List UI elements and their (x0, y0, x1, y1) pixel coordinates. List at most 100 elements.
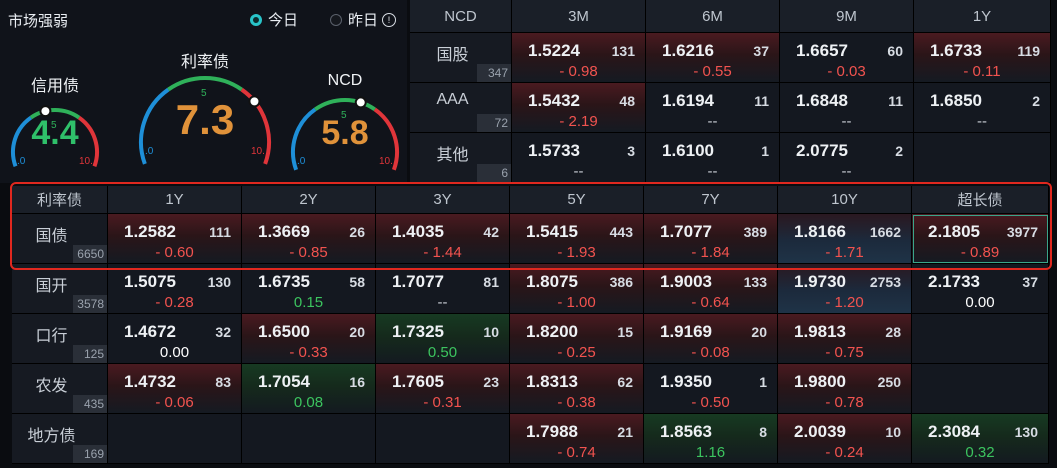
rate-quote-cell[interactable]: 1.9800 250 - 0.78 (778, 364, 912, 414)
row-label-count: 6 (477, 164, 511, 182)
quote-change: -- (977, 113, 987, 130)
rate-column-header[interactable]: 5Y (510, 186, 644, 214)
quote-count: 28 (885, 324, 901, 340)
quote-yield: 1.8313 (526, 372, 578, 391)
quote-change: 0.08 (293, 394, 324, 411)
rate-row-label[interactable]: 农发 435 (12, 364, 108, 414)
rate-quote-cell[interactable]: 1.3669 26 - 0.85 (242, 214, 376, 264)
rate-quote-cell[interactable]: 1.4672 32 0.00 (108, 314, 242, 364)
quote-count: 130 (1014, 424, 1038, 440)
row-label-count: 347 (477, 64, 511, 82)
rate-quote-cell[interactable]: 1.7325 10 0.50 (376, 314, 510, 364)
ncd-quote-cell[interactable]: 1.5432 48 - 2.19 (512, 83, 646, 133)
quote-yield: 1.5224 (528, 41, 580, 60)
rate-quote-cell[interactable]: 2.3084 130 0.32 (912, 414, 1049, 464)
quote-change: - 0.25 (557, 344, 596, 361)
rate-quote-cell[interactable]: 1.5415 443 - 1.93 (510, 214, 644, 264)
quote-count: 130 (207, 274, 231, 290)
rate-quote-cell[interactable]: 1.6500 20 - 0.33 (242, 314, 376, 364)
ncd-quote-cell[interactable]: 1.5733 3 -- (512, 133, 646, 183)
rate-quote-cell[interactable]: 1.8200 15 - 0.25 (510, 314, 644, 364)
ncd-quote-cell[interactable]: 1.6733 119 - 0.11 (914, 33, 1051, 83)
ncd-column-header[interactable]: 3M (512, 0, 646, 33)
rate-column-header[interactable]: 1Y (108, 186, 242, 214)
rate-quote-cell[interactable]: 1.9813 28 - 0.75 (778, 314, 912, 364)
ncd-row-label[interactable]: AAA 72 (410, 83, 512, 133)
quote-count: 389 (743, 224, 767, 240)
rate-row-label[interactable]: 国开 3578 (12, 264, 108, 314)
ncd-quote-cell[interactable]: 2.0775 2 -- (780, 133, 914, 183)
rate-quote-cell[interactable]: 1.6735 58 0.15 (242, 264, 376, 314)
quote-change: 0.50 (427, 344, 458, 361)
rate-column-header[interactable]: 2Y (242, 186, 376, 214)
rate-quote-cell[interactable] (912, 314, 1049, 364)
quote-change: - 0.06 (155, 394, 194, 411)
rate-quote-cell[interactable]: 1.7605 23 - 0.31 (376, 364, 510, 414)
rate-column-header[interactable]: 7Y (644, 186, 778, 214)
row-label-count: 6650 (73, 245, 107, 263)
rate-quote-cell[interactable]: 1.8313 62 - 0.38 (510, 364, 644, 414)
rate-row-label[interactable]: 口行 125 (12, 314, 108, 364)
rate-quote-cell[interactable]: 1.9730 2753 - 1.20 (778, 264, 912, 314)
rate-quote-cell[interactable] (912, 364, 1049, 414)
rate-quote-cell[interactable]: 2.0039 10 - 0.24 (778, 414, 912, 464)
rate-quote-cell[interactable]: 1.7077 81 -- (376, 264, 510, 314)
quote-count: 2 (1032, 93, 1040, 109)
quote-change: 0.00 (965, 294, 995, 311)
quote-change: - 1.71 (825, 244, 864, 261)
ncd-quote-cell[interactable]: 1.6850 2 -- (914, 83, 1051, 133)
ncd-quote-cell[interactable]: 1.6216 37 - 0.55 (646, 33, 780, 83)
rate-quote-cell[interactable]: 1.7054 16 0.08 (242, 364, 376, 414)
ncd-quote-cell[interactable]: 1.5224 131 - 0.98 (512, 33, 646, 83)
ncd-quote-cell[interactable] (914, 133, 1051, 183)
rate-column-header[interactable]: 10Y (778, 186, 912, 214)
quote-yield: 2.1805 (928, 222, 980, 241)
rate-column-header[interactable]: 3Y (376, 186, 510, 214)
quote-yield: 1.9730 (794, 272, 846, 291)
rate-row-label[interactable]: 国债 6650 (12, 214, 108, 264)
rate-row-label[interactable]: 地方债 169 (12, 414, 108, 464)
quote-count: 58 (349, 274, 365, 290)
gauge-tick-label: .0 (297, 156, 306, 167)
rate-quote-cell[interactable]: 1.8075 386 - 1.00 (510, 264, 644, 314)
rate-quote-cell[interactable]: 2.1805 3977 - 0.89 (912, 214, 1049, 264)
quote-change: - 2.19 (559, 113, 598, 130)
rate-quote-cell[interactable]: 1.5075 130 - 0.28 (108, 264, 242, 314)
rate-quote-cell[interactable]: 1.4732 83 - 0.06 (108, 364, 242, 414)
rate-quote-cell[interactable]: 1.4035 42 - 1.44 (376, 214, 510, 264)
quote-count: 20 (349, 324, 365, 340)
quote-count: 42 (483, 224, 499, 240)
rate-quote-cell[interactable]: 1.8563 8 1.16 (644, 414, 778, 464)
rate-quote-cell[interactable] (242, 414, 376, 464)
ncd-corner-header: NCD (410, 0, 512, 33)
rate-quote-cell[interactable]: 1.2582 111 - 0.60 (108, 214, 242, 264)
ncd-column-header[interactable]: 1Y (914, 0, 1051, 33)
rate-quote-cell[interactable] (108, 414, 242, 464)
gauge-indicator (354, 96, 367, 109)
ncd-quote-cell[interactable]: 1.6848 11 -- (780, 83, 914, 133)
ncd-column-header[interactable]: 6M (646, 0, 780, 33)
row-label-count: 169 (73, 445, 107, 463)
rate-quote-cell[interactable]: 1.9003 133 - 0.64 (644, 264, 778, 314)
ncd-quote-cell[interactable]: 1.6657 60 - 0.03 (780, 33, 914, 83)
rate-quote-cell[interactable]: 1.9350 1 - 0.50 (644, 364, 778, 414)
rate-quote-cell[interactable]: 2.1733 37 0.00 (912, 264, 1049, 314)
ncd-quote-cell[interactable]: 1.6100 1 -- (646, 133, 780, 183)
rate-column-header[interactable]: 超长债 (912, 186, 1049, 214)
rate-quote-cell[interactable]: 1.9169 20 - 0.08 (644, 314, 778, 364)
ncd-quote-cell[interactable]: 1.6194 11 -- (646, 83, 780, 133)
quote-yield: 1.7077 (660, 222, 712, 241)
ncd-row-label[interactable]: 其他 6 (410, 133, 512, 183)
quote-count: 32 (215, 324, 231, 340)
ncd-row-label[interactable]: 国股 347 (410, 33, 512, 83)
ncd-column-header[interactable]: 9M (780, 0, 914, 33)
quote-change: - 1.93 (557, 244, 596, 261)
rate-quote-cell[interactable]: 1.7988 21 - 0.74 (510, 414, 644, 464)
quote-yield: 1.4672 (124, 322, 176, 341)
rate-quote-cell[interactable]: 1.7077 389 - 1.84 (644, 214, 778, 264)
rate-quote-cell[interactable] (376, 414, 510, 464)
quote-yield: 1.6733 (930, 41, 982, 60)
rate-quote-cell[interactable]: 1.8166 1662 - 1.71 (778, 214, 912, 264)
quote-count: 16 (349, 374, 365, 390)
quote-change: - 0.74 (557, 444, 596, 461)
